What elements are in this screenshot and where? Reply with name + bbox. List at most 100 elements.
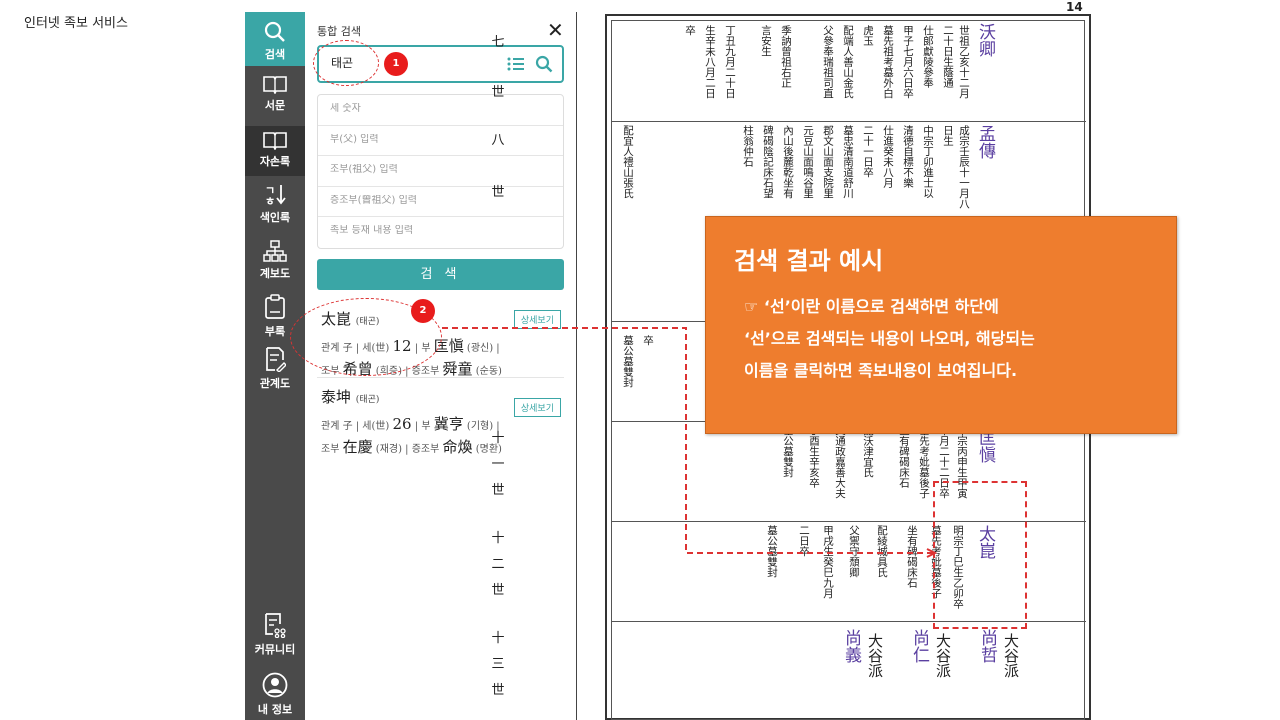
info-callout: 검색 결과 예시 ☞ ‘선’이란 이름으로 검색하면 하단에 ‘선’으로 검색되… [705,216,1177,434]
result-lineage-2: 조부 希曾 (희증) | 증조부 舜童 (순동) [321,358,561,379]
record-column: 內山後麓乾坐有 [782,125,794,199]
person-name[interactable]: 太崑 [975,525,995,559]
record-column: 明宗丁巳生乙卯卒 [952,525,964,609]
nav-descendants-label: 자손록 [259,155,291,168]
generation-field[interactable] [318,95,563,126]
record-content-field[interactable] [318,217,563,248]
record-column: 柱翁仲石 [742,125,754,167]
nav-community[interactable]: 커뮤니티 [245,612,305,662]
nav-my-info[interactable]: 내 정보 [245,672,305,720]
father-label: | 부 [414,421,431,432]
grandfather-field[interactable] [318,156,563,187]
record-column: 成宗壬辰十一月八 [958,125,970,209]
record-column: 碑碣陰記床石望 [762,125,774,199]
person-name[interactable]: 尚哲 [977,629,997,663]
record-column: 丁丑九月二十日 [724,25,736,99]
father-name: 匡愼 [433,337,464,355]
result-item[interactable]: 太崑 (태곤) 상세보기 관계 子 | 세(世) 12 | 부 匡愼 (광신) … [321,308,561,379]
father-label: | 부 [414,343,431,354]
record-column: 言安生 [760,25,772,57]
detail-button[interactable]: 상세보기 [513,310,561,329]
nav-community-label: 커뮤니티 [254,643,296,656]
search-icon[interactable] [535,55,553,73]
row-divider [612,621,1086,622]
nav-relations[interactable]: 관계도 [245,346,305,396]
generation-label: 世 [491,85,505,100]
tree-icon [263,240,287,262]
grandfather-reading: (희증) | 증조부 [375,366,440,377]
panel-title: 통합 검색 [317,25,361,38]
record-column: 世祖乙亥十二月 [958,25,970,99]
search-button[interactable]: 검 색 [317,259,564,290]
detail-button[interactable]: 상세보기 [513,398,561,417]
record-column: 中宗丙申生甲寅 [956,425,968,499]
callout-title: 검색 결과 예시 [734,247,884,275]
record-column: 墓忠清南道舒川 [842,125,854,199]
callout-body: ☞ ‘선’이란 이름으로 검색하면 하단에 ‘선’으로 검색되는 내용이 나오며… [744,291,1164,387]
nav-preface-label: 서문 [264,99,286,112]
panel-divider [576,12,577,720]
record-column: 十月二十二日卒 [938,425,950,499]
nav-pedigree[interactable]: 계보도 [245,240,305,290]
result-item[interactable]: 泰坤 (태곤) 상세보기 관계 子 | 세(世) 26 | 부 冀亨 (기형) … [321,386,561,457]
record-column: 仕郞獻陵參奉 [922,25,934,88]
close-icon[interactable]: ✕ [547,18,564,42]
person-name[interactable]: 尚義 [841,629,861,663]
result-lineage-2: 조부 在慶 (재경) | 증조부 命煥 (명환) [321,436,561,457]
record-column: 父通政嘉善大夫 [834,425,846,499]
record-content-input[interactable] [330,225,551,236]
result-name-hanja: 太崑 [321,310,352,328]
result-lineage-1: 관계 子 | 세(世) 12 | 부 匡愼 (광신) | [321,335,561,356]
great-grandfather-name: 舜童 [442,360,473,378]
record-column: 墓先考妣墓後子 [918,425,930,499]
great-grandfather-reading: (순동) [475,366,502,377]
row-divider [612,521,1086,522]
great-grandfather-field[interactable] [318,187,563,217]
search-fields [317,94,564,249]
sort-icon: ㄱㅎ [265,184,286,206]
person-name[interactable]: 沃卿 [975,23,995,57]
nav-descendants[interactable]: 자손록 [245,126,305,176]
person-name[interactable]: 尚仁 [909,629,929,663]
generation-label: 一 [491,457,505,472]
nav-search[interactable]: 검색 [245,12,305,66]
document-edit-icon [266,347,286,372]
grandfather-name: 希曾 [342,360,373,378]
father-name: 冀亨 [433,415,464,433]
record-column: 墓先考妣墓後子 [930,525,942,599]
generation-label: 世 [491,483,505,498]
generation-input[interactable] [330,103,551,114]
grandfather-label: 조부 [321,444,340,455]
result-name-hanja: 泰坤 [321,388,352,406]
book-icon [263,76,287,94]
great-grandfather-input[interactable] [330,194,551,206]
nav-relations-label: 관계도 [259,377,291,390]
record-column: 丁酉生辛亥卒 [808,425,820,488]
grandfather-input[interactable] [330,164,551,175]
generation-label: 八 [491,133,505,148]
father-field[interactable] [318,126,563,156]
record-column: 清德自標不樂 [902,125,914,188]
step-badge-1: 1 [384,52,408,76]
nav-preface[interactable]: 서문 [245,74,305,126]
generation-value: 26 [392,415,412,433]
record-column: 元豆山面鳴谷里 [802,125,814,199]
person-name[interactable]: 匡愼 [975,429,995,463]
person-name[interactable]: 孟傳 [975,125,995,159]
generation-label: 世 [491,683,505,698]
nav-pedigree-label: 계보도 [259,267,291,280]
book-icon [263,132,287,150]
nav-appendix-label: 부록 [264,325,286,338]
record-column: 墓公墓雙封 [766,525,778,578]
father-input[interactable] [330,133,551,145]
list-icon[interactable] [507,56,525,72]
record-column: 坐有碑碣床石 [906,525,918,588]
branch-label: 大谷派 [934,633,952,678]
record-column: 甲戌生癸巳九月 [822,525,834,599]
great-grandfather-name: 命煥 [442,438,473,456]
nav-index[interactable]: ㄱㅎ 색인록 [245,182,305,232]
record-column: 甲子七月六日卒 [902,25,914,99]
search-box [317,45,564,83]
nav-appendix[interactable]: 부록 [245,294,305,344]
record-column: 仕進癸未八月 [882,125,894,188]
